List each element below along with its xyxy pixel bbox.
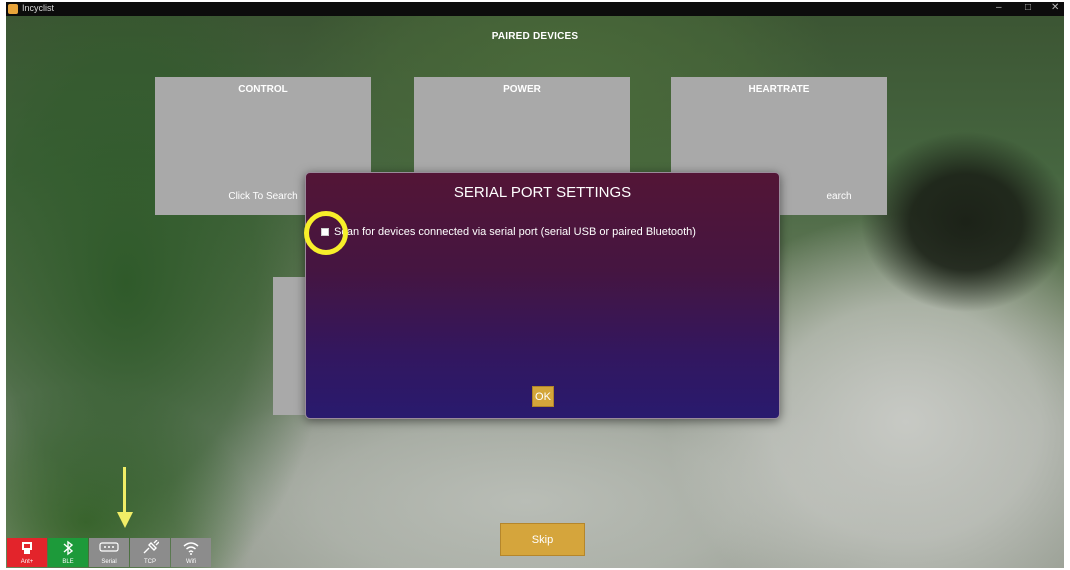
- app-window: Incyclist – □ ✕ PAIRED DEVICES CONTROL C…: [6, 2, 1064, 568]
- scan-label: Scan for devices connected via serial po…: [334, 226, 696, 238]
- skip-button[interactable]: Skip: [500, 523, 585, 556]
- serial-port-settings-dialog: SERIAL PORT SETTINGS Scan for devices co…: [305, 172, 780, 419]
- ble-button[interactable]: BLE: [48, 538, 88, 567]
- arrow-annotation: [123, 467, 126, 517]
- serial-label: Serial: [101, 559, 117, 565]
- tile-title: CONTROL: [238, 84, 288, 95]
- ant-label: Ant+: [20, 559, 34, 565]
- serial-port-icon: [89, 540, 129, 557]
- scan-option[interactable]: Scan for devices connected via serial po…: [321, 226, 696, 238]
- app-logo-icon: [8, 4, 18, 14]
- close-button[interactable]: ✕: [1051, 2, 1059, 13]
- arrow-head-annotation: [117, 512, 133, 528]
- tcp-button[interactable]: TCP: [130, 538, 170, 567]
- minimize-button[interactable]: –: [996, 2, 1002, 13]
- tile-title: HEARTRATE: [748, 84, 810, 95]
- title-bar: Incyclist – □ ✕: [6, 2, 1064, 16]
- ant-button[interactable]: Ant+: [7, 538, 47, 567]
- serial-button[interactable]: Serial: [89, 538, 129, 567]
- interface-toolbar: Ant+ BLE Serial TCP Wifi: [7, 538, 212, 567]
- page-title: PAIRED DEVICES: [491, 31, 579, 42]
- tcp-plug-icon: [130, 539, 170, 559]
- wifi-icon: [171, 540, 211, 559]
- ble-label: BLE: [62, 559, 74, 565]
- window-title: Incyclist: [22, 3, 55, 13]
- wifi-label: Wifi: [186, 559, 196, 565]
- tile-title: POWER: [503, 84, 541, 95]
- ant-usb-icon: [7, 540, 47, 559]
- maximize-button[interactable]: □: [1025, 2, 1031, 13]
- dialog-title: SERIAL PORT SETTINGS: [453, 184, 632, 201]
- ok-button[interactable]: OK: [532, 386, 554, 407]
- wifi-button[interactable]: Wifi: [171, 538, 211, 567]
- tcp-label: TCP: [144, 559, 156, 565]
- bluetooth-icon: [48, 540, 88, 559]
- highlight-circle-annotation: [304, 211, 348, 255]
